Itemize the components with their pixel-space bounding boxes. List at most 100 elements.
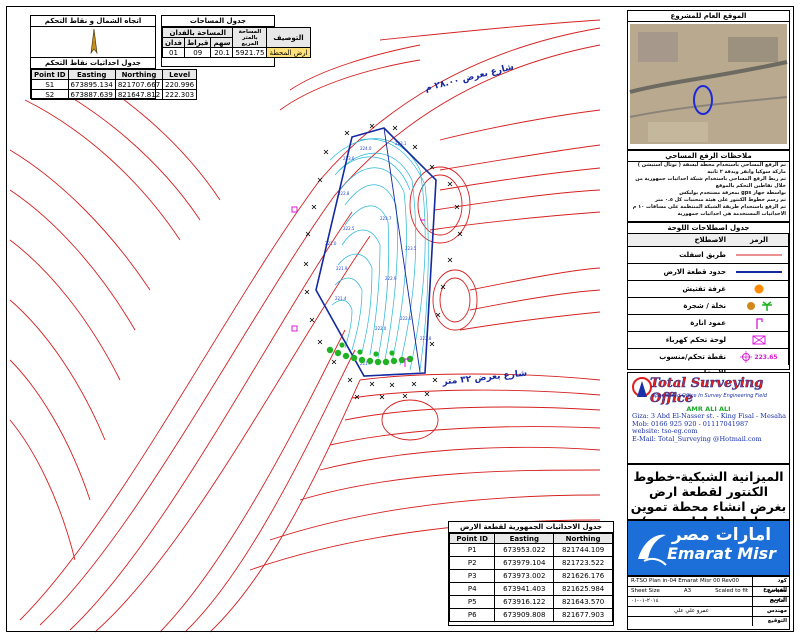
meta-row-signature: التوقيع xyxy=(628,616,789,626)
table-row: P6 673909.808 821677.903 xyxy=(448,608,613,622)
meta-code-value: R-TSO Plan in-04 Emarat Misr 00 Rev00 xyxy=(631,578,740,584)
meta-scale-label: مقياس الرسم xyxy=(752,587,789,603)
area-table-box: جدول المساحات التوصيف المساحة بالمتر الم… xyxy=(161,15,311,67)
cp-header-level: Level xyxy=(162,69,198,80)
notes-line: تم ربط الرفع المساحي باستخدام شبكة احداث… xyxy=(635,176,786,189)
legend-header-symbol: الرمز xyxy=(730,234,789,246)
legend-row-road: طريق اسفلت xyxy=(628,247,789,264)
light-pole-icon xyxy=(730,315,789,331)
north-arrow-icon xyxy=(90,28,98,55)
location-box: الموقع العام للمشروع xyxy=(627,10,790,150)
cp-cell: 821647.812 xyxy=(114,89,164,100)
title-block: الموقع العام للمشروع ملاحظات الرفع المسا… xyxy=(627,10,790,630)
lc-header-northing: Northing xyxy=(553,533,613,544)
table-row: P5 673916.122 821643.570 xyxy=(448,595,613,609)
meta-signature-label: التوقيع xyxy=(752,617,789,626)
company-header: Total Surveying Office Specialized Offic… xyxy=(628,373,789,407)
area-header-desc: التوصيف xyxy=(266,27,311,48)
meta-row-engineer: عمرو علي علي مهندس xyxy=(628,606,789,616)
project-title-box: الميزانية الشبكية-خطوط الكنتور لقطعة ارض… xyxy=(627,464,790,529)
aerial-photo[interactable] xyxy=(628,22,789,146)
north-arrow-area xyxy=(31,27,155,57)
lc-cell: 673973.002 xyxy=(494,569,555,583)
legend-row-panel: لوحة تحكم كهرباء xyxy=(628,332,789,349)
cp-header-easting: Easting xyxy=(67,69,116,80)
legend-label: نقطة تحكم/منسوب الاسفلت xyxy=(659,353,726,377)
area-cell-qirat: 09 xyxy=(184,47,212,58)
area-header-sahm: سهم xyxy=(210,37,234,48)
legend-header-term: الاصطلاح xyxy=(694,236,726,244)
cp-cell: 220.996 xyxy=(162,79,198,90)
lc-cell: 673979.104 xyxy=(494,556,555,570)
area-cell-sqm: 5921.75 xyxy=(232,47,268,58)
lc-cell: 821723.522 xyxy=(553,556,613,570)
table-row: P4 673941.403 821625.984 xyxy=(448,582,613,596)
notes-line: تم الرفع باستخدام طريقة الشبكة المنتظمة … xyxy=(632,204,786,210)
client-logo-box: امارات مصر Emarat Misr xyxy=(627,520,790,576)
signature-field[interactable] xyxy=(628,617,752,626)
legend-row-boundary: حدود قطعة الارض xyxy=(628,264,789,281)
notes-line: الاحداثيات المستخدمة هي احداثيات جمهورية xyxy=(677,211,786,217)
boundary-line-icon xyxy=(730,264,789,280)
client-bird-icon xyxy=(638,534,667,566)
control-point-value: 223.65 xyxy=(754,353,778,361)
lc-cell: P4 xyxy=(448,582,496,596)
cp-header-northing: Northing xyxy=(114,69,164,80)
legend-row-manhole: غرفة تفتيش xyxy=(628,281,789,298)
notes-line: تم رسم خطوط الكنتور على هيئة منحنيات كل … xyxy=(654,197,786,203)
area-cell-desc: ارض المحطة xyxy=(266,47,311,58)
land-coords-title: جدول الاحداثيات الجمهورية لقطعة الارض xyxy=(449,522,613,533)
meta-engineer-value: عمرو علي علي xyxy=(673,608,710,614)
area-table-title: جدول المساحات xyxy=(162,16,274,27)
legend-header-row: الاصطلاح الرمز xyxy=(628,234,789,247)
meta-engineer-label: مهندس xyxy=(752,607,789,616)
area-header-qirat: قيراط xyxy=(184,37,212,48)
area-header-sqm: المساحة بالمتر المربع xyxy=(232,27,268,48)
meta-code-label: كود المشروع xyxy=(752,577,789,593)
tree-icon xyxy=(730,298,789,314)
meta-sheet-label: Sheet Size xyxy=(631,588,660,594)
meta-date-label: التاريخ xyxy=(752,597,789,606)
company-name: Total Surveying Office xyxy=(650,376,764,407)
lc-cell: 673916.122 xyxy=(494,595,555,609)
location-title: الموقع العام للمشروع xyxy=(628,11,789,22)
meta-scale-value: Scaled to fit xyxy=(715,588,748,594)
cp-cell: 821707.667 xyxy=(114,79,164,90)
legend-label: نخلة / شجرة xyxy=(683,302,726,310)
meta-row-scale: Sheet Size A3 Scaled to fit مقياس الرسم xyxy=(628,586,789,603)
cp-cell: S1 xyxy=(31,79,69,90)
road-line-icon xyxy=(730,247,789,263)
meta-row-date: ٢٠١٤-٠١-٠١ التاريخ xyxy=(628,596,789,606)
electric-panel-icon xyxy=(730,332,789,348)
area-header-feddan: المساحة بالفدان xyxy=(161,27,234,38)
lc-cell: 821625.984 xyxy=(553,582,613,596)
legend-row-light-pole: عمود انارة xyxy=(628,315,789,332)
drawing-sheet: 223.6 224.0 223.1 222.8 222.5 221.9 221.4 223… xyxy=(0,0,800,640)
legend-label: لوحة تحكم كهرباء xyxy=(665,336,726,344)
lc-cell: 673941.403 xyxy=(494,582,555,596)
cp-cell: 673895.134 xyxy=(67,79,116,90)
table-row: P1 673953.022 821744.109 xyxy=(448,543,613,557)
legend-row-control-point: نقطة تحكم/منسوب الاسفلت 223.65 xyxy=(628,349,789,377)
lc-cell: 821643.570 xyxy=(553,595,613,609)
table-row: P2 673979.104 821723.522 xyxy=(448,556,613,570)
lc-cell: 673909.808 xyxy=(494,608,555,622)
legend-label: حدود قطعة الارض xyxy=(663,268,726,276)
legend-label: عمود انارة xyxy=(690,319,726,327)
north-box-title: اتجاه الشمال و نقاط التحكم xyxy=(31,16,155,27)
company-email[interactable]: E-Mail: Total_Surveying @Hotmail.com xyxy=(628,435,789,444)
table-row: S1 673895.134 821707.667 220.996 xyxy=(31,79,198,90)
lc-cell: P5 xyxy=(448,595,496,609)
area-cell-fed: 01 xyxy=(161,47,186,58)
notes-line: تم الرفع المساحي باستخدام محطة ليسفة ( ت… xyxy=(637,162,786,175)
legend-label: طريق اسفلت xyxy=(679,251,726,259)
company-tagline: Specialized Office In Survey Engineering… xyxy=(652,393,767,399)
north-and-control-box: اتجاه الشمال و نقاط التحكم جدول احداثيات… xyxy=(30,15,198,100)
legend-title: جدول اصطلاحات اللوحة xyxy=(628,223,789,234)
area-header-fed: فدان xyxy=(161,37,186,48)
land-coords-table: Point ID Easting Northing P1 673953.022 82… xyxy=(448,533,613,622)
legend-box: جدول اصطلاحات اللوحة الاصطلاح الرمز طريق… xyxy=(627,222,790,377)
area-table: التوصيف المساحة بالمتر المربع المساحة با… xyxy=(161,27,311,58)
lc-header-easting: Easting xyxy=(494,533,555,544)
cp-cell: S2 xyxy=(31,89,69,100)
